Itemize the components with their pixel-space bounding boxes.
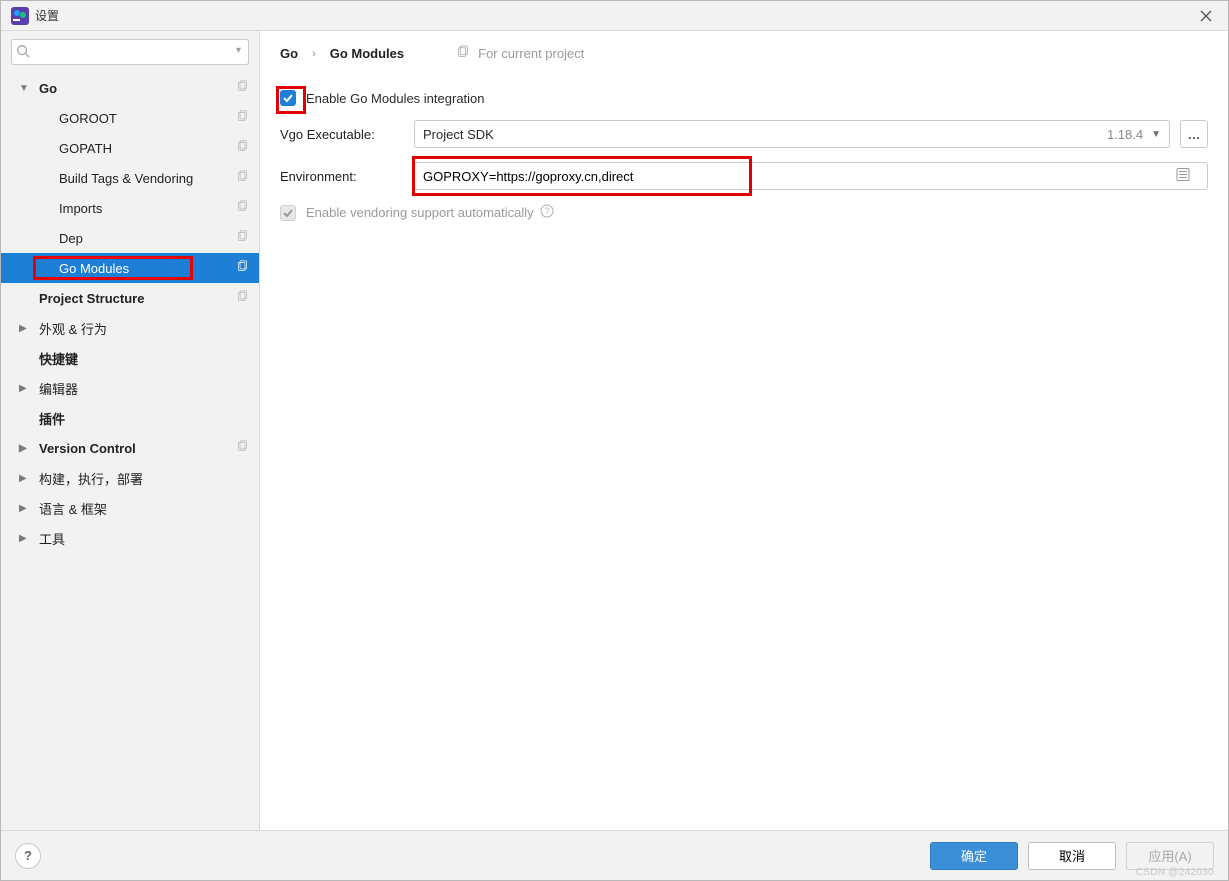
sidebar-item-project-structure[interactable]: Project Structure — [1, 283, 259, 313]
watermark: CSDN @242030 — [1136, 867, 1214, 878]
chevron-down-icon: ▼ — [1151, 129, 1161, 140]
chevron-right-icon: › — [308, 48, 320, 60]
copy-icon — [236, 200, 249, 216]
sidebar-item-label: 工具 — [39, 529, 259, 548]
titlebar: 设置 — [1, 1, 1228, 31]
apply-button: 应用(A) — [1126, 842, 1214, 870]
expander-icon: ▶ — [19, 473, 33, 484]
vendoring-checkbox — [280, 205, 296, 221]
sidebar-item--[interactable]: ▶ 语言 & 框架 — [1, 493, 259, 523]
search-box: ▾ — [11, 39, 249, 65]
search-icon — [16, 44, 30, 61]
footer: ? 确定 取消 应用(A) — [1, 830, 1228, 880]
sidebar-item-goroot[interactable]: GOROOT — [1, 103, 259, 133]
sidebar-item-label: Project Structure — [39, 291, 259, 306]
sidebar-item--[interactable]: 快捷键 — [1, 343, 259, 373]
sidebar-item-label: 快捷键 — [39, 349, 259, 368]
crumb-go-modules: Go Modules — [330, 46, 404, 61]
goland-app-icon — [11, 7, 29, 25]
env-input-wrap — [414, 162, 1208, 190]
crumb-go[interactable]: Go — [280, 46, 298, 61]
window-title: 设置 — [35, 7, 1190, 24]
vgo-value: Project SDK — [423, 127, 1099, 142]
expander-icon: ▼ — [19, 83, 33, 94]
breadcrumb: Go › Go Modules For current project — [260, 31, 1228, 72]
scope-label: For current project — [456, 45, 584, 62]
help-icon[interactable]: ? — [540, 204, 554, 221]
sidebar-item--[interactable]: ▶ 工具 — [1, 523, 259, 553]
close-button[interactable] — [1190, 1, 1222, 31]
environment-input[interactable] — [414, 162, 1208, 190]
sidebar-item-label: Build Tags & Vendoring — [59, 171, 259, 186]
row-enable: Enable Go Modules integration — [280, 90, 1208, 106]
sidebar-item--[interactable]: ▶ 编辑器 — [1, 373, 259, 403]
copy-icon — [236, 80, 249, 96]
enable-label: Enable Go Modules integration — [306, 91, 485, 106]
vgo-select-wrap: Project SDK 1.18.4 ▼ … — [414, 120, 1208, 148]
vgo-browse-button[interactable]: … — [1180, 120, 1208, 148]
expander-icon: ▶ — [19, 443, 33, 454]
help-button[interactable]: ? — [15, 843, 41, 869]
settings-window: 设置 ▾ ▼ Go GOROOT GOPATH Build Tags & Vendori… — [0, 0, 1229, 881]
sidebar: ▾ ▼ Go GOROOT GOPATH Build Tags & Vendoring I… — [1, 31, 260, 830]
sidebar-item--[interactable]: ▶ 外观 & 行为 — [1, 313, 259, 343]
settings-tree: ▼ Go GOROOT GOPATH Build Tags & Vendoring Imp… — [1, 71, 259, 830]
sidebar-item-label: Go — [39, 81, 259, 96]
body: ▾ ▼ Go GOROOT GOPATH Build Tags & Vendoring I… — [1, 31, 1228, 830]
sidebar-item-label: Go Modules — [59, 261, 259, 276]
scope-text: For current project — [478, 46, 584, 61]
sidebar-item-label: GOPATH — [59, 141, 259, 156]
sidebar-item-go-modules[interactable]: Go Modules — [1, 253, 259, 283]
sidebar-item-go[interactable]: ▼ Go — [1, 73, 259, 103]
copy-icon — [236, 110, 249, 126]
vgo-select[interactable]: Project SDK 1.18.4 ▼ — [414, 120, 1170, 148]
expander-icon: ▶ — [19, 533, 33, 544]
copy-icon — [456, 45, 470, 62]
ok-button[interactable]: 确定 — [930, 842, 1018, 870]
copy-icon — [236, 260, 249, 276]
search-history-icon[interactable]: ▾ — [236, 45, 241, 56]
sidebar-item-label: 外观 & 行为 — [39, 319, 259, 338]
sidebar-item-label: Dep — [59, 231, 259, 246]
sidebar-item-label: Imports — [59, 201, 259, 216]
sidebar-item--[interactable]: 插件 — [1, 403, 259, 433]
expander-icon: ▶ — [19, 503, 33, 514]
main-panel: Go › Go Modules For current project Enab — [260, 31, 1228, 830]
sidebar-item-imports[interactable]: Imports — [1, 193, 259, 223]
expander-icon: ▶ — [19, 383, 33, 394]
row-vgo: Vgo Executable: Project SDK 1.18.4 ▼ … — [280, 120, 1208, 148]
copy-icon — [236, 170, 249, 186]
vendoring-label: Enable vendoring support automatically — [306, 205, 534, 220]
search-wrap: ▾ — [1, 31, 259, 71]
sidebar-item-label: 插件 — [39, 409, 259, 428]
copy-icon — [236, 290, 249, 306]
vgo-version: 1.18.4 — [1099, 127, 1151, 142]
sidebar-item-label: Version Control — [39, 441, 259, 456]
copy-icon — [236, 230, 249, 246]
copy-icon — [236, 440, 249, 456]
sidebar-item-label: 语言 & 框架 — [39, 499, 259, 518]
sidebar-item-gopath[interactable]: GOPATH — [1, 133, 259, 163]
enable-go-modules-checkbox[interactable] — [280, 90, 296, 106]
form: Enable Go Modules integration Vgo Execut… — [260, 72, 1228, 239]
sidebar-item-build-tags-vendoring[interactable]: Build Tags & Vendoring — [1, 163, 259, 193]
copy-icon — [236, 140, 249, 156]
sidebar-item-label: 构建，执行，部署 — [39, 469, 259, 488]
sidebar-item--[interactable]: ▶ 构建，执行，部署 — [1, 463, 259, 493]
sidebar-item-label: 编辑器 — [39, 379, 259, 398]
row-env: Environment: — [280, 162, 1208, 190]
list-icon[interactable] — [1176, 168, 1190, 185]
svg-text:?: ? — [544, 206, 549, 216]
sidebar-item-label: GOROOT — [59, 111, 259, 126]
expander-icon: ▶ — [19, 323, 33, 334]
sidebar-item-dep[interactable]: Dep — [1, 223, 259, 253]
search-input[interactable] — [11, 39, 249, 65]
vgo-label: Vgo Executable: — [280, 127, 414, 142]
row-vendoring: Enable vendoring support automatically ? — [280, 204, 1208, 221]
cancel-button[interactable]: 取消 — [1028, 842, 1116, 870]
env-label: Environment: — [280, 169, 414, 184]
sidebar-item-version-control[interactable]: ▶ Version Control — [1, 433, 259, 463]
